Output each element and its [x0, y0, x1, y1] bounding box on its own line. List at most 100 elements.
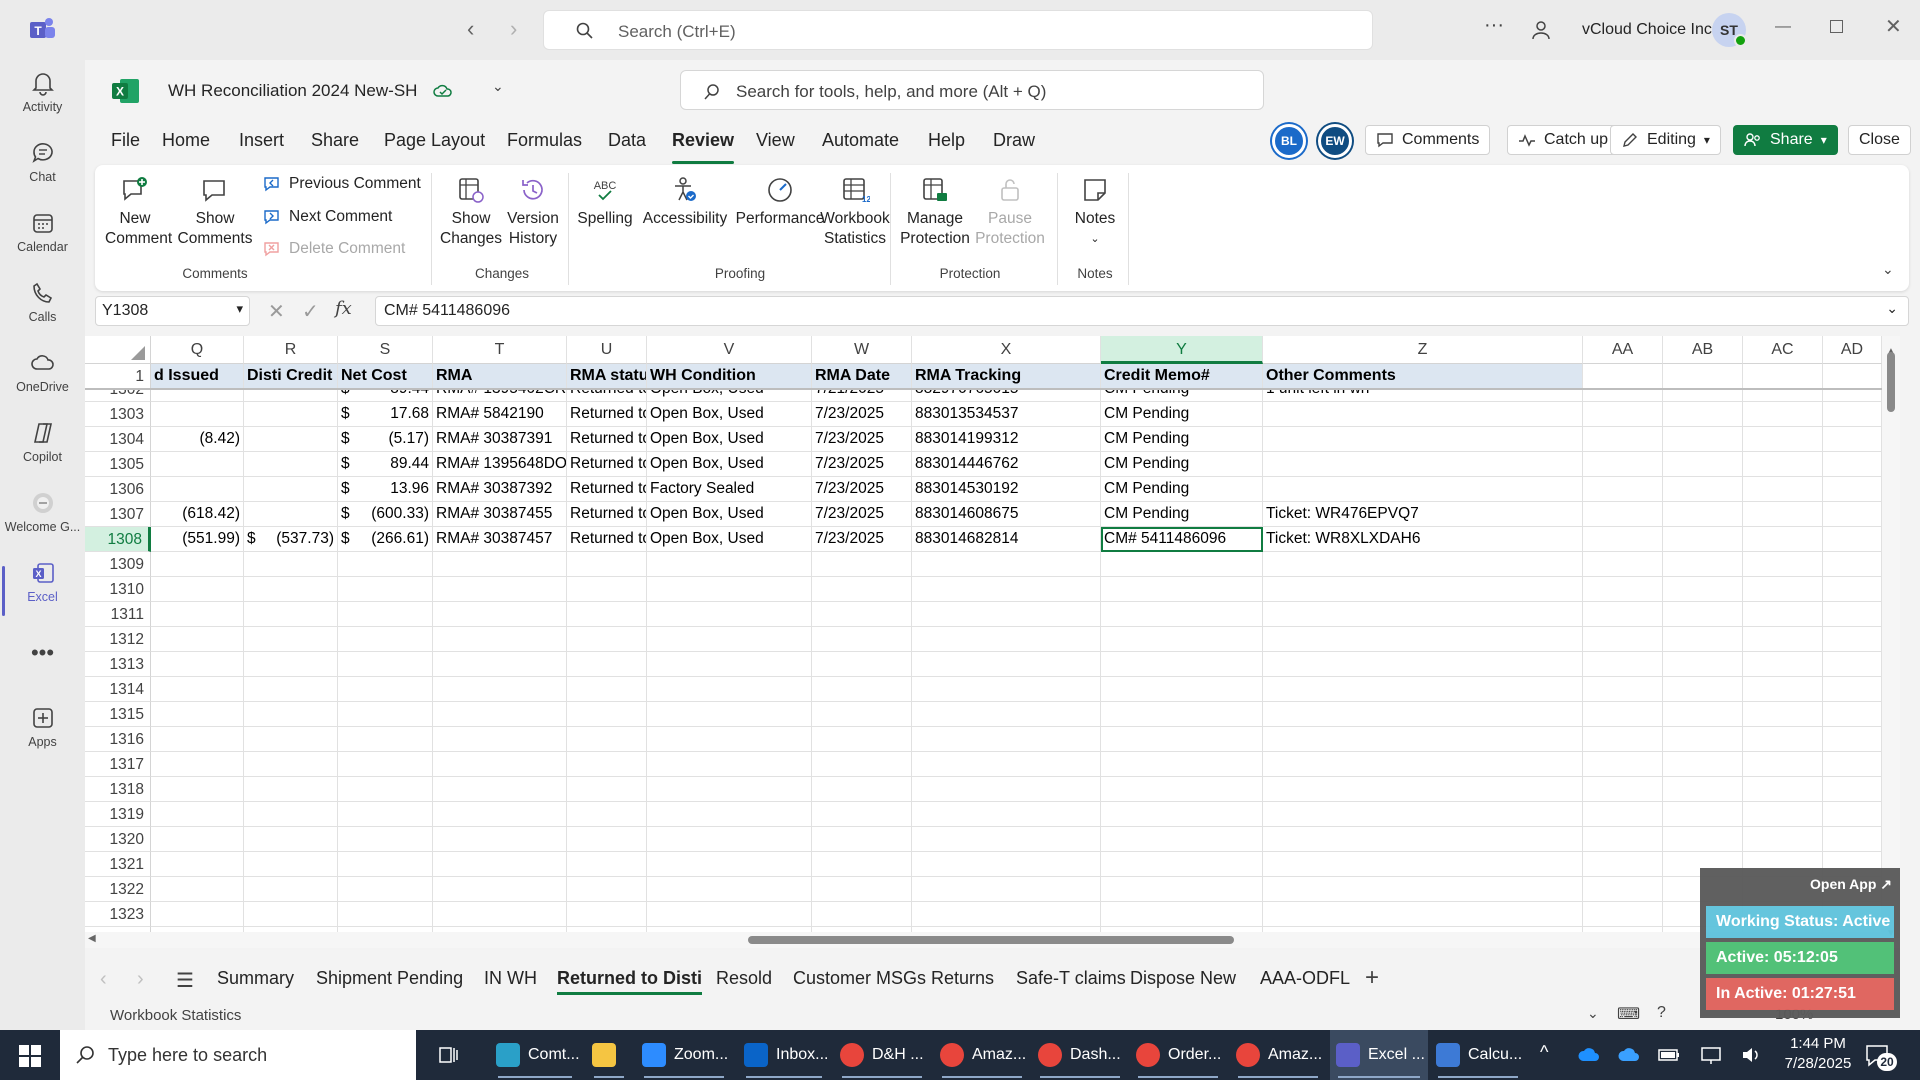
row-header[interactable]: 1320 [85, 827, 151, 852]
delete-comment-button[interactable]: Delete Comment [263, 240, 405, 258]
cell-x[interactable]: 883014682814 [912, 527, 1101, 552]
empty-cell[interactable] [1663, 577, 1743, 602]
empty-cell[interactable] [1663, 527, 1743, 552]
accessibility-button[interactable]: Accessibility [635, 175, 735, 229]
empty-cell[interactable] [1263, 877, 1583, 902]
header-cell-s[interactable]: Net Cost [338, 364, 433, 389]
all-sheets-menu-icon[interactable]: ☰ [176, 968, 194, 993]
cell-s[interactable]: $ (266.61) [338, 527, 433, 552]
empty-cell[interactable] [1583, 402, 1663, 427]
cell-r[interactable]: $ (537.73) [244, 527, 338, 552]
header-cell-z[interactable]: Other Comments [1263, 364, 1583, 389]
cell-v[interactable]: Open Box, Used [647, 427, 812, 452]
row-header[interactable]: 1316 [85, 727, 151, 752]
empty-cell[interactable] [647, 677, 812, 702]
column-header-u[interactable]: U [567, 336, 647, 364]
empty-cell[interactable] [912, 602, 1101, 627]
tab-draw[interactable]: Draw [993, 130, 1035, 160]
empty-cell[interactable] [1743, 502, 1823, 527]
empty-cell[interactable] [338, 577, 433, 602]
column-header-w[interactable]: W [812, 336, 912, 364]
empty-cell[interactable] [1101, 552, 1263, 577]
empty-cell[interactable] [1743, 702, 1823, 727]
row-header[interactable]: 1308 [85, 527, 151, 552]
empty-cell[interactable] [1823, 727, 1882, 752]
empty-cell[interactable] [1823, 802, 1882, 827]
column-header-r[interactable]: R [244, 336, 338, 364]
row-header[interactable]: 1304 [85, 427, 151, 452]
empty-cell[interactable] [567, 902, 647, 927]
empty-cell[interactable] [567, 852, 647, 877]
vertical-scroll-thumb[interactable] [1887, 352, 1895, 412]
empty-cell[interactable] [1263, 727, 1583, 752]
empty-cell[interactable] [244, 877, 338, 902]
cell-z[interactable] [1263, 402, 1583, 427]
new-comment-button[interactable]: New Comment [105, 175, 172, 249]
cell-v[interactable]: Open Box, Used [647, 527, 812, 552]
empty-cell[interactable] [1263, 652, 1583, 677]
empty-cell[interactable] [1823, 552, 1882, 577]
empty-cell[interactable] [1101, 702, 1263, 727]
header-cell-r[interactable]: Disti Credit [244, 364, 338, 389]
column-header-ab[interactable]: AB [1663, 336, 1743, 364]
cell-v[interactable]: Open Box, Used [647, 402, 812, 427]
empty-cell[interactable] [1101, 677, 1263, 702]
cell-t[interactable]: RMA# 30387455 [433, 502, 567, 527]
empty-cell[interactable] [1583, 502, 1663, 527]
empty-cell[interactable] [338, 802, 433, 827]
empty-cell[interactable] [1583, 452, 1663, 477]
taskbar-search-box[interactable]: Type here to search [60, 1030, 416, 1080]
row-header[interactable]: 1323 [85, 902, 151, 927]
version-history-button[interactable]: Version History [502, 175, 564, 249]
empty-cell[interactable] [244, 577, 338, 602]
cell-u[interactable]: Returned to [567, 477, 647, 502]
empty-cell[interactable] [912, 627, 1101, 652]
empty-cell[interactable] [567, 802, 647, 827]
empty-cell[interactable] [1743, 427, 1823, 452]
empty-cell[interactable] [1743, 552, 1823, 577]
header-cell-u[interactable]: RMA statu [567, 364, 647, 389]
empty-cell[interactable] [812, 577, 912, 602]
show-comments-button[interactable]: Show Comments [175, 175, 255, 249]
workbook-title[interactable]: WH Reconciliation 2024 New-SH [168, 81, 417, 101]
empty-cell[interactable] [1743, 402, 1823, 427]
status-chevron-icon[interactable]: ⌄ [1587, 1005, 1599, 1022]
empty-cell[interactable] [1823, 627, 1882, 652]
onedrive-business-icon[interactable] [1617, 1046, 1641, 1064]
empty-cell[interactable] [244, 752, 338, 777]
more-apps-icon[interactable]: ••• [0, 640, 85, 706]
taskbar-app[interactable]: Excel ... [1330, 1030, 1428, 1080]
empty-cell[interactable] [912, 877, 1101, 902]
empty-cell[interactable] [151, 827, 244, 852]
empty-cell[interactable] [812, 702, 912, 727]
row-header[interactable]: 1318 [85, 777, 151, 802]
cell-r[interactable] [244, 502, 338, 527]
cell-s[interactable]: $13.96 [338, 477, 433, 502]
empty-cell[interactable] [567, 627, 647, 652]
sheet-tab[interactable]: Safe-T claims [1016, 968, 1126, 989]
empty-cell[interactable] [338, 652, 433, 677]
empty-cell[interactable] [244, 652, 338, 677]
empty-cell[interactable] [244, 702, 338, 727]
empty-cell[interactable] [1743, 652, 1823, 677]
empty-cell[interactable] [1583, 802, 1663, 827]
empty-cell[interactable] [151, 777, 244, 802]
sheet-tab[interactable]: Resold [716, 968, 772, 989]
empty-cell[interactable] [151, 552, 244, 577]
empty-cell[interactable] [1583, 677, 1663, 702]
tab-insert[interactable]: Insert [239, 130, 284, 160]
empty-cell[interactable] [647, 752, 812, 777]
column-header-y[interactable]: Y [1101, 336, 1263, 364]
empty-cell[interactable] [1663, 752, 1743, 777]
empty-cell[interactable] [338, 777, 433, 802]
empty-cell[interactable] [1263, 902, 1583, 927]
empty-cell[interactable] [567, 702, 647, 727]
empty-cell[interactable] [1263, 602, 1583, 627]
empty-cell[interactable] [1263, 752, 1583, 777]
cell-q[interactable]: (551.99) [151, 527, 244, 552]
empty-cell[interactable] [567, 577, 647, 602]
empty-cell[interactable] [1101, 602, 1263, 627]
teams-search-box[interactable]: Search (Ctrl+E) [543, 10, 1373, 50]
empty-cell[interactable] [1663, 477, 1743, 502]
cell-x[interactable]: 883013534537 [912, 402, 1101, 427]
